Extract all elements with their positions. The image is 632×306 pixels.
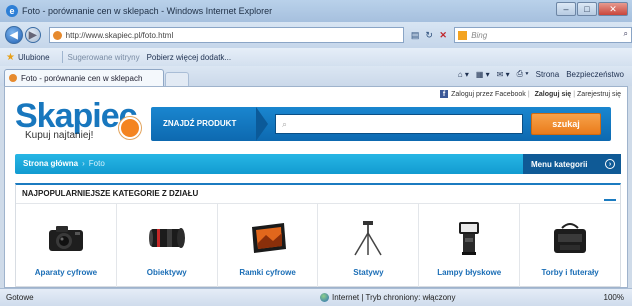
category-name: Statywy [353, 268, 384, 277]
new-tab-button[interactable] [165, 72, 189, 86]
minimize-button[interactable]: – [556, 2, 576, 16]
tripod-icon [318, 218, 418, 258]
product-search-panel: ZNAJDŹ PRODUKT ⌕ szukaj [151, 107, 611, 141]
breadcrumb-home[interactable]: Strona główna [23, 159, 78, 168]
search-button[interactable]: szukaj [531, 113, 601, 135]
page-menu[interactable]: Strona [536, 70, 560, 79]
category-bags[interactable]: Torby i futerały [520, 204, 620, 287]
web-page: f Zaloguj przez Facebook | Zaloguj się |… [4, 86, 628, 288]
photo-frame-icon [218, 218, 318, 258]
address-toolbar: ◀ ▶ http://www.skapiec.pl/foto.html ▤ ↻ … [0, 22, 632, 48]
facebook-icon: f [440, 90, 449, 98]
suggested-sites-link[interactable]: Sugerowane witryny [68, 53, 140, 62]
address-url: http://www.skapiec.pl/foto.html [65, 30, 174, 40]
bag-icon [520, 218, 620, 258]
search-box[interactable]: Bing ⌕ [454, 27, 632, 43]
print-icon[interactable]: ⎙ ▾ [517, 69, 529, 79]
search-engine-name: Bing [471, 30, 488, 40]
product-search-input[interactable]: ⌕ [275, 114, 523, 134]
status-bar: Gotowe Internet | Tryb chroniony: włączo… [0, 288, 632, 306]
tab-favicon-icon [9, 74, 17, 82]
section-accent [604, 199, 616, 201]
category-menu-button[interactable]: Menu kategorii › [523, 154, 621, 174]
category-menu-label: Menu kategorii [531, 159, 588, 169]
category-flashes[interactable]: Lampy błyskowe [419, 204, 521, 287]
register-link[interactable]: Zarejestruj się [577, 91, 621, 98]
login-link[interactable]: Zaloguj się [535, 91, 572, 98]
breadcrumb: Strona główna › Foto [23, 159, 105, 168]
category-name: Aparaty cyfrowe [34, 268, 98, 277]
category-tripods[interactable]: Statywy [318, 204, 420, 287]
section-heading: NAJPOPULARNIEJSZE KATEGORIE Z DZIAŁU [22, 189, 199, 198]
account-links: f Zaloguj przez Facebook | Zaloguj się |… [440, 90, 621, 98]
globe-icon [320, 293, 329, 302]
zoom-value: 100% [603, 293, 624, 302]
favorites-separator [61, 51, 63, 63]
breadcrumb-current: Foto [88, 159, 105, 168]
flash-icon [419, 218, 519, 258]
search-icon[interactable]: ⌕ [624, 29, 628, 39]
logo-badge-icon [119, 117, 141, 139]
window-titlebar: e Foto - porównanie cen w sklepach - Win… [0, 0, 632, 22]
safety-menu[interactable]: Bezpieczeństwo [566, 70, 624, 79]
address-tools: ▤ ↻ ✕ [408, 28, 450, 42]
zone-text: Internet | Tryb chroniony: włączony [332, 293, 456, 302]
close-button[interactable]: ✕ [598, 2, 628, 16]
link-divider: | [573, 90, 576, 98]
lens-icon [117, 218, 217, 258]
breadcrumb-separator: › [82, 159, 85, 168]
breadcrumb-bar: Strona główna › Foto Menu kategorii › [15, 154, 621, 174]
address-field[interactable]: http://www.skapiec.pl/foto.html [48, 27, 405, 43]
category-name: Torby i futerały [541, 268, 599, 277]
window-title: Foto - porównanie cen w sklepach - Windo… [22, 6, 273, 16]
favorites-bar: ★ Ulubione Sugerowane witryny Pobierz wi… [0, 48, 632, 66]
compatibility-view-icon[interactable]: ▤ [408, 28, 422, 42]
window-controls: – □ ✕ [555, 2, 628, 16]
popular-categories: NAJPOPULARNIEJSZE KATEGORIE Z DZIAŁU Apa… [15, 183, 621, 287]
status-text: Gotowe [6, 293, 34, 302]
feeds-icon[interactable]: ▦ ▾ [476, 70, 490, 79]
zoom-control[interactable]: 100% [604, 293, 624, 302]
refresh-icon[interactable]: ↻ [422, 28, 436, 42]
link-divider: | [527, 90, 530, 98]
category-name: Lampy błyskowe [437, 268, 502, 277]
internet-explorer-icon: e [6, 5, 18, 17]
chevron-right-icon: › [605, 159, 615, 169]
facebook-login-link[interactable]: Zaloguj przez Facebook [451, 91, 526, 98]
favorites-star-icon[interactable]: ★ [6, 52, 15, 63]
favorites-button[interactable]: Ulubione [18, 53, 50, 62]
tab-title: Foto - porównanie cen w sklepach [21, 73, 143, 83]
category-photo-frames[interactable]: Ramki cyfrowe [218, 204, 319, 287]
category-digital-cameras[interactable]: Aparaty cyfrowe [16, 204, 117, 287]
category-grid: Aparaty cyfrowe Obiektywy Ramki cyfrowe … [16, 203, 620, 287]
search-label-arrow [256, 107, 268, 141]
mail-icon[interactable]: ✉ ▾ [497, 70, 510, 79]
category-lenses[interactable]: Obiektywy [117, 204, 218, 287]
home-icon[interactable]: ⌂ ▾ [458, 70, 469, 79]
camera-icon [16, 218, 116, 258]
back-button[interactable]: ◀ [5, 26, 23, 44]
command-bar: ⌂ ▾ ▦ ▾ ✉ ▾ ⎙ ▾ Strona Bezpieczeństwo [451, 69, 624, 79]
site-logo[interactable]: Skapiec Kupuj najtaniej! [15, 99, 141, 141]
tab-foto[interactable]: Foto - porównanie cen w sklepach [4, 69, 164, 86]
get-addons-link[interactable]: Pobierz więcej dodatk... [147, 53, 232, 62]
stop-icon[interactable]: ✕ [436, 28, 450, 42]
bing-logo-icon [458, 30, 468, 40]
forward-button[interactable]: ▶ [24, 27, 41, 43]
security-zone[interactable]: Internet | Tryb chroniony: włączony [320, 293, 455, 302]
maximize-button[interactable]: □ [577, 2, 597, 16]
search-label: ZNAJDŹ PRODUKT [163, 119, 237, 128]
category-name: Ramki cyfrowe [239, 268, 296, 277]
page-favicon-icon [52, 30, 62, 40]
category-name: Obiektywy [146, 268, 187, 277]
